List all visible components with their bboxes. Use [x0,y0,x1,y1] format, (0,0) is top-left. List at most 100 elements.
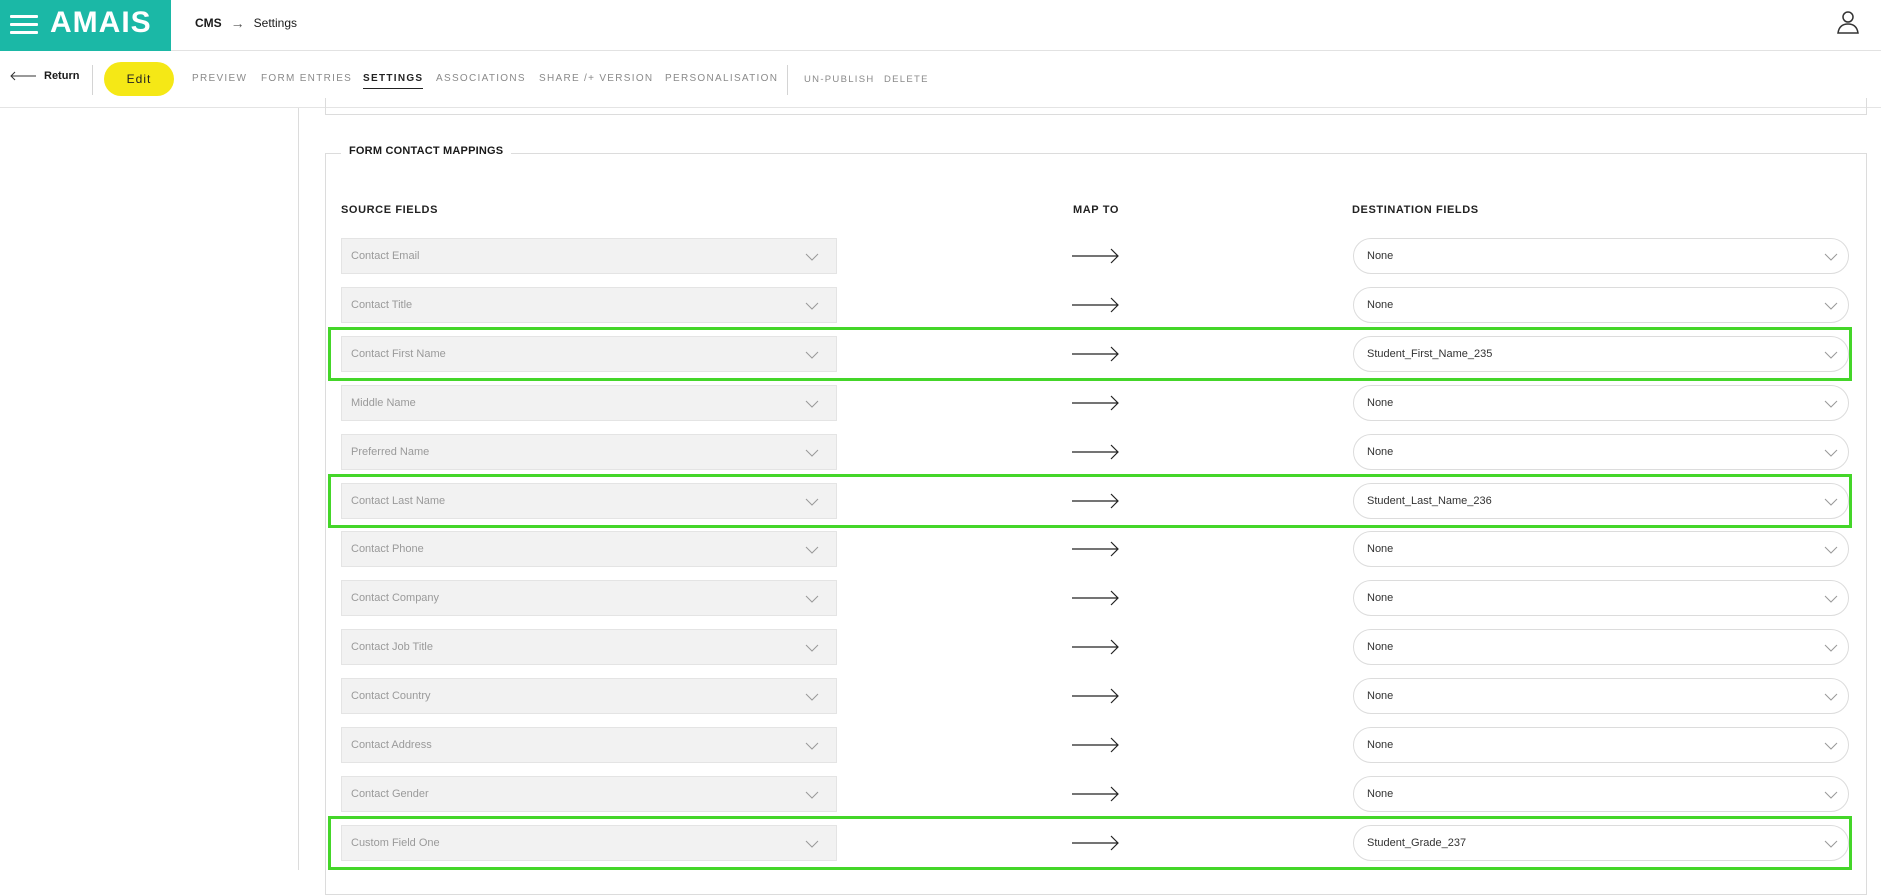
tab-associations[interactable]: ASSOCIATIONS [436,73,526,84]
chevron-down-icon [805,644,819,652]
tab-preview[interactable]: PREVIEW [192,73,247,84]
destination-field-select[interactable]: None [1353,678,1849,714]
map-arrow-icon [1072,346,1119,362]
back-arrow-icon [10,71,36,81]
previous-section-box [325,98,1867,115]
top-header: AMAIS CMS → Settings [0,0,1881,51]
mapping-row: Contact Email None [341,238,1849,276]
destination-field-value: Student_Grade_237 [1367,837,1467,849]
mapping-row: Custom Field One Student_Grade_237 [341,825,1849,863]
chevron-down-icon [805,400,819,408]
return-label: Return [44,70,80,82]
destination-fields-header: DESTINATION FIELDS [1352,204,1479,216]
app-logo[interactable]: AMAIS [50,6,152,40]
source-field-label: Contact Title [351,299,413,311]
source-field-label: Contact Email [351,250,420,262]
tab-personalisation[interactable]: PERSONALISATION [665,73,778,84]
source-field-label: Contact Country [351,690,431,702]
destination-field-value: None [1367,690,1394,702]
section-title: FORM CONTACT MAPPINGS [341,145,512,157]
mapping-row: Contact Country None [341,678,1849,716]
left-panel [0,108,299,870]
source-field-label: Contact Address [351,739,432,751]
map-arrow-icon [1072,297,1119,313]
mapping-row: Contact Last Name Student_Last_Name_236 [341,483,1849,521]
menu-icon[interactable] [10,15,38,35]
mapping-row: Contact Address None [341,727,1849,765]
chevron-down-icon [1824,791,1838,799]
tab-form-entries[interactable]: FORM ENTRIES [261,73,352,84]
source-field-label: Contact Phone [351,543,424,555]
chevron-down-icon [805,742,819,750]
destination-field-value: None [1367,299,1394,311]
destination-field-select[interactable]: Student_First_Name_235 [1353,336,1849,372]
destination-field-value: None [1367,641,1394,653]
delete-button[interactable]: DELETE [884,74,929,85]
chevron-down-icon [805,791,819,799]
destination-field-select[interactable]: None [1353,580,1849,616]
source-field-select: Contact Gender [341,776,837,812]
chevron-down-icon [1824,840,1838,848]
user-icon[interactable] [1836,10,1860,34]
toolbar-divider [92,65,93,95]
chevron-down-icon [1824,546,1838,554]
return-button[interactable]: Return [10,70,79,82]
chevron-down-icon [805,351,819,359]
destination-field-select[interactable]: None [1353,727,1849,763]
destination-field-value: Student_First_Name_235 [1367,348,1493,360]
chevron-down-icon [805,302,819,310]
map-arrow-icon [1072,737,1119,753]
destination-field-value: None [1367,397,1394,409]
destination-field-select[interactable]: None [1353,629,1849,665]
map-arrow-icon [1072,688,1119,704]
destination-field-select[interactable]: Student_Last_Name_236 [1353,483,1849,519]
destination-field-value: None [1367,592,1394,604]
chevron-down-icon [805,693,819,701]
destination-field-value: None [1367,250,1394,262]
map-arrow-icon [1072,786,1119,802]
destination-field-select[interactable]: None [1353,531,1849,567]
mapping-row: Contact Company None [341,580,1849,618]
tab-settings[interactable]: SETTINGS [363,73,424,89]
brand-bar: AMAIS [0,0,171,51]
chevron-down-icon [1824,595,1838,603]
chevron-down-icon [1824,693,1838,701]
breadcrumb-root[interactable]: CMS [195,16,222,30]
unpublish-button[interactable]: UN-PUBLISH [804,74,875,85]
destination-field-value: None [1367,543,1394,555]
chevron-down-icon [805,595,819,603]
destination-field-select[interactable]: None [1353,385,1849,421]
chevron-down-icon [1824,400,1838,408]
map-arrow-icon [1072,541,1119,557]
mapping-row: Contact Phone None [341,531,1849,569]
mapping-row: Contact Gender None [341,776,1849,814]
source-field-select: Contact Last Name [341,483,837,519]
chevron-down-icon [805,840,819,848]
source-field-select: Contact Job Title [341,629,837,665]
map-arrow-icon [1072,493,1119,509]
map-arrow-icon [1072,395,1119,411]
map-arrow-icon [1072,248,1119,264]
destination-field-select[interactable]: None [1353,776,1849,812]
destination-field-select[interactable]: None [1353,238,1849,274]
tab-share-version[interactable]: SHARE /+ VERSION [539,73,653,84]
edit-button[interactable]: Edit [104,62,174,96]
map-to-header: MAP TO [1073,204,1119,216]
destination-field-value: None [1367,788,1394,800]
source-field-label: Contact Gender [351,788,429,800]
chevron-down-icon [1824,351,1838,359]
breadcrumb-current: Settings [253,16,298,30]
destination-field-select[interactable]: Student_Grade_237 [1353,825,1849,861]
source-field-select: Contact Country [341,678,837,714]
map-arrow-icon [1072,639,1119,655]
mapping-row: Contact First Name Student_First_Name_235 [341,336,1849,374]
map-arrow-icon [1072,835,1119,851]
destination-field-select[interactable]: None [1353,434,1849,470]
chevron-down-icon [805,253,819,261]
mapping-row: Preferred Name None [341,434,1849,472]
destination-field-select[interactable]: None [1353,287,1849,323]
destination-field-value: None [1367,446,1394,458]
source-field-select: Contact Company [341,580,837,616]
chevron-down-icon [805,498,819,506]
source-field-select: Middle Name [341,385,837,421]
